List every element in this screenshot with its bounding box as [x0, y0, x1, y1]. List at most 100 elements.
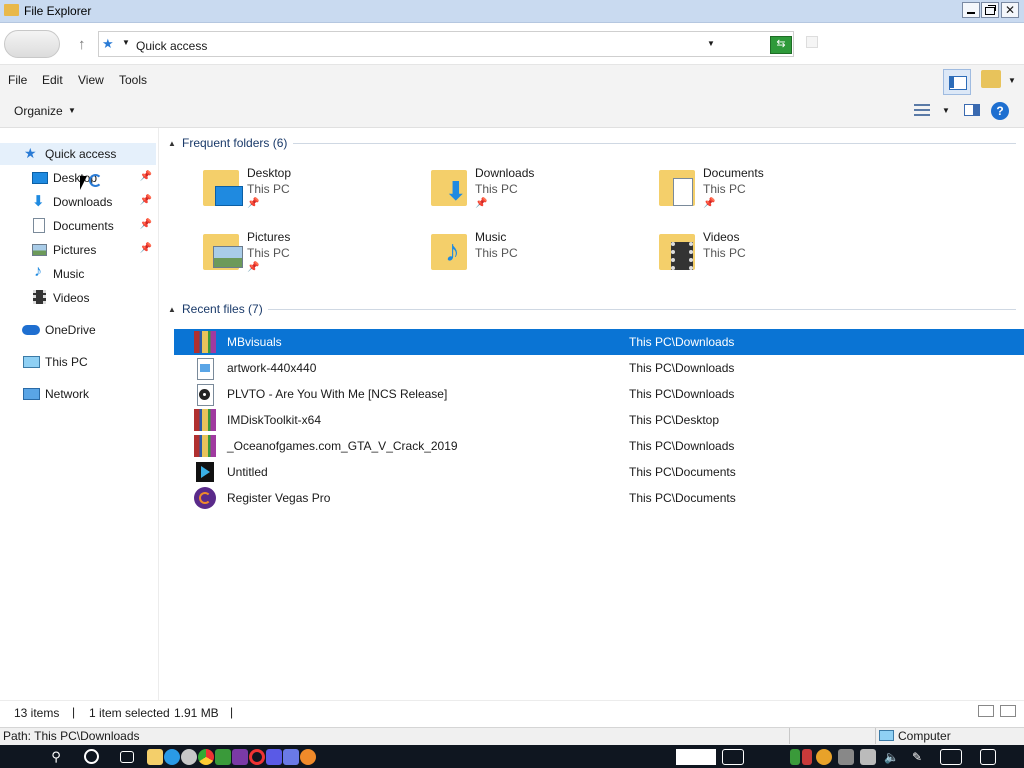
file-explorer-taskbar-icon[interactable]: [147, 749, 163, 765]
chrome-taskbar-icon[interactable]: [198, 749, 214, 765]
file-location: This PC\Desktop: [629, 413, 720, 427]
nav-this-pc[interactable]: This PC: [0, 351, 156, 373]
tray-app-icon[interactable]: [790, 749, 800, 765]
app-taskbar-icon[interactable]: [266, 749, 282, 765]
nav-network[interactable]: Network: [0, 383, 156, 405]
layout-dropdown-icon[interactable]: ▼: [1008, 76, 1016, 85]
view-options-icon[interactable]: [914, 103, 930, 117]
computer-icon: [23, 356, 40, 368]
details-view-icon[interactable]: [978, 705, 994, 717]
music-folder-icon: ♪: [429, 230, 469, 272]
pane-toggle-icon[interactable]: [964, 104, 980, 116]
folder-location: This PC: [247, 182, 290, 196]
nav-this-pc-label: This PC: [45, 355, 88, 369]
nav-onedrive[interactable]: OneDrive: [0, 319, 156, 341]
folder-tile-documents[interactable]: Documents This PC 📌: [657, 166, 867, 222]
notification-icon[interactable]: [980, 749, 996, 765]
nav-item-music[interactable]: ♪ Music: [0, 263, 156, 285]
nav-item-documents[interactable]: Documents 📌: [0, 215, 156, 237]
nav-item-downloads[interactable]: ⬇ Downloads 📌: [0, 191, 156, 213]
busy-cursor-icon: [89, 174, 102, 187]
picture-icon: [32, 244, 47, 256]
start-button-icon[interactable]: [14, 749, 30, 765]
browser-taskbar-icon[interactable]: [164, 749, 180, 765]
preview-pane-icon[interactable]: [943, 69, 971, 95]
folder-name: Downloads: [475, 166, 535, 180]
opera-taskbar-icon[interactable]: [249, 749, 265, 765]
menu-edit[interactable]: Edit: [42, 73, 63, 87]
app-taskbar-icon[interactable]: [232, 749, 248, 765]
folder-tile-desktop[interactable]: Desktop This PC 📌: [201, 166, 411, 222]
cortana-icon[interactable]: [84, 749, 99, 764]
recent-files-header[interactable]: Recent files (7): [182, 302, 263, 316]
status-size: 1.91 MB: [174, 706, 219, 720]
search-box[interactable]: [797, 31, 1020, 57]
pen-icon[interactable]: ✎: [912, 749, 928, 765]
nav-quick-access[interactable]: ★ Quick access: [0, 143, 156, 165]
folder-location: This PC: [247, 246, 290, 260]
close-button[interactable]: ✕: [1001, 2, 1019, 18]
image-file-icon: [194, 357, 216, 380]
discord-taskbar-icon[interactable]: [283, 749, 299, 765]
keyboard-language-box[interactable]: [676, 749, 716, 765]
up-arrow-icon[interactable]: ↑: [78, 36, 86, 53]
file-row[interactable]: artwork-440x440 This PC\Downloads: [174, 355, 1024, 381]
tray-search-icon[interactable]: [816, 749, 832, 765]
file-location: This PC\Downloads: [629, 361, 735, 375]
status-selected: 1 item selected: [89, 706, 170, 720]
task-view-icon[interactable]: [120, 751, 134, 763]
app-taskbar-icon[interactable]: [215, 749, 231, 765]
folder-location: This PC: [475, 246, 518, 260]
search-icon: [806, 36, 818, 48]
folder-tile-videos[interactable]: Videos This PC: [657, 230, 867, 286]
folder-tile-downloads[interactable]: ⬇ Downloads This PC 📌: [429, 166, 639, 222]
tray-app-icon[interactable]: [838, 749, 854, 765]
taskbar: ⚲ 🔈 ✎: [0, 745, 1024, 768]
folder-tile-pictures[interactable]: Pictures This PC 📌: [201, 230, 411, 286]
status-separator: |: [230, 705, 234, 719]
menu-view[interactable]: View: [78, 73, 104, 87]
collapse-arrow-icon[interactable]: ▲: [168, 305, 176, 314]
layout-folder-icon[interactable]: [981, 70, 1001, 88]
keyboard-icon[interactable]: [940, 749, 962, 765]
news-icon[interactable]: [722, 749, 744, 765]
vegas-icon: [194, 487, 216, 509]
quick-access-star-icon: ★: [102, 36, 114, 51]
search-icon[interactable]: ⚲: [48, 749, 64, 765]
large-icons-view-icon[interactable]: [1000, 705, 1016, 717]
nav-item-videos[interactable]: Videos: [0, 287, 156, 309]
back-forward-buttons[interactable]: [4, 30, 60, 58]
refresh-icon[interactable]: ⇆: [770, 36, 792, 54]
view-dropdown-icon[interactable]: ▼: [942, 106, 950, 115]
address-dropdown-icon[interactable]: ▼: [707, 39, 715, 48]
settings-taskbar-icon[interactable]: [181, 749, 197, 765]
archive-icon: [194, 409, 216, 431]
file-row[interactable]: IMDiskToolkit-x64 This PC\Desktop: [174, 407, 1024, 433]
file-row[interactable]: Untitled This PC\Documents: [174, 459, 1024, 485]
file-row[interactable]: PLVTO - Are You With Me [NCS Release] Th…: [174, 381, 1024, 407]
menu-file[interactable]: File: [8, 73, 27, 87]
computer-icon: [879, 730, 894, 741]
restore-button[interactable]: [981, 2, 999, 18]
file-row[interactable]: Register Vegas Pro This PC\Documents: [174, 485, 1024, 511]
tray-app-icon[interactable]: [802, 749, 812, 765]
media-file-icon: [194, 461, 216, 483]
volume-icon[interactable]: 🔈: [884, 749, 900, 765]
help-icon[interactable]: ?: [991, 102, 1009, 120]
status-item-count: 13 items: [14, 706, 60, 720]
frequent-folders-header[interactable]: Frequent folders (6): [182, 136, 287, 150]
firefox-taskbar-icon[interactable]: [300, 749, 316, 765]
folder-tile-music[interactable]: ♪ Music This PC: [429, 230, 639, 286]
video-icon: [33, 290, 46, 304]
file-row[interactable]: MBvisuals This PC\Downloads: [174, 329, 1024, 355]
nav-item-pictures[interactable]: Pictures 📌: [0, 239, 156, 261]
file-row[interactable]: _Oceanofgames.com_GTA_V_Crack_2019 This …: [174, 433, 1024, 459]
organize-label: Organize: [14, 104, 63, 118]
address-location[interactable]: Quick access: [136, 39, 207, 53]
network-tray-icon[interactable]: [860, 749, 876, 765]
chevron-down-icon[interactable]: ▼: [122, 38, 130, 47]
collapse-arrow-icon[interactable]: ▲: [168, 139, 176, 148]
menu-tools[interactable]: Tools: [119, 73, 147, 87]
nav-item-desktop[interactable]: Desktop 📌: [0, 167, 156, 189]
minimize-button[interactable]: [962, 2, 980, 18]
